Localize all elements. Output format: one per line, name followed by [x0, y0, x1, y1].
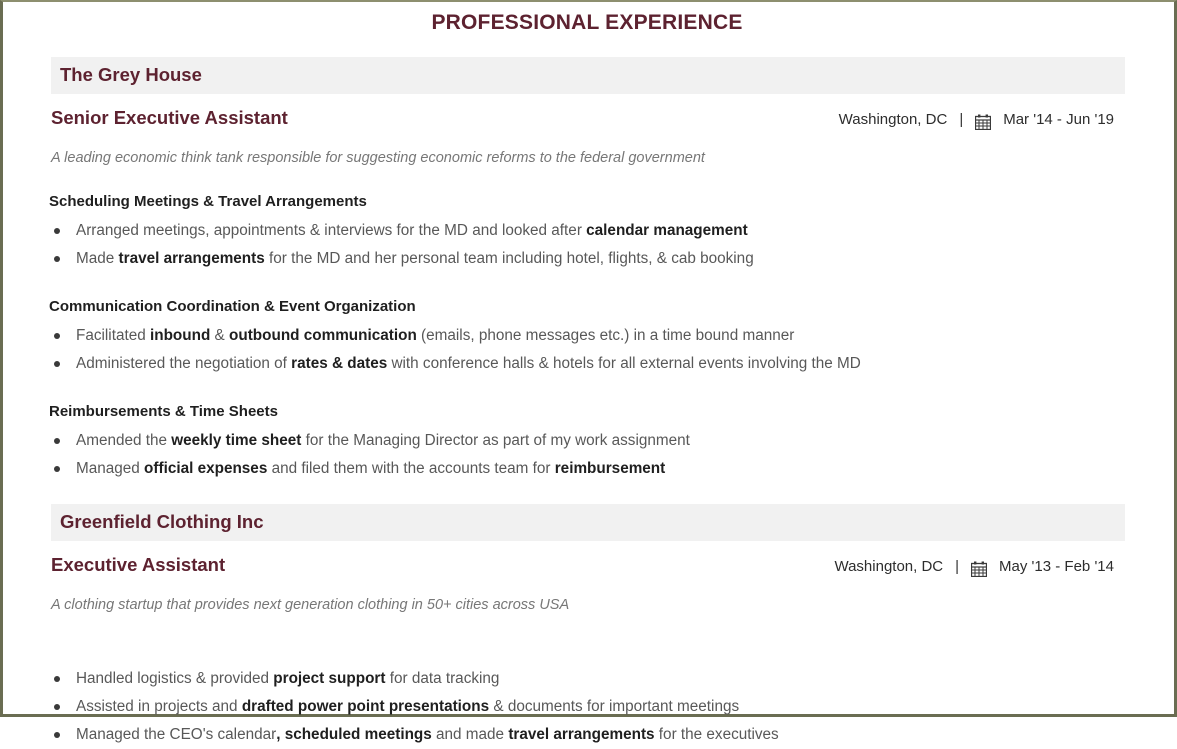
bullet-text: Assisted in projects and — [76, 698, 242, 715]
job-dates: May '13 - Feb '14 — [999, 558, 1114, 575]
job-title: Executive Assistant — [51, 554, 226, 575]
role-row: Executive Assistant Washington, DC | May '1… — [48, 554, 1126, 578]
responsibility-list: Facilitated inbound & outbound communica… — [48, 322, 1126, 378]
page-title: PROFESSIONAL EXPERIENCE — [431, 11, 743, 34]
bullet-emphasis: travel arrangements — [118, 250, 265, 267]
bullet-text: and made — [431, 726, 509, 743]
company-band: The Grey House — [51, 57, 1125, 94]
bullet-text: with conference halls & hotels for all e… — [387, 355, 861, 372]
bullet-text: Handled logistics & provided — [76, 670, 274, 687]
list-item: Managed official expenses and filed them… — [48, 455, 1126, 483]
responsibility-group-spacer — [48, 615, 1126, 659]
list-item: Made travel arrangements for the MD and … — [48, 245, 1126, 273]
company-band: Greenfield Clothing Inc — [51, 504, 1125, 541]
job-meta: Washington, DC | May '13 - Feb '14 — [834, 557, 1114, 578]
bullet-text: Facilitated — [76, 327, 150, 344]
calendar-icon — [975, 114, 992, 131]
bullet-emphasis: reimbursement — [554, 460, 666, 477]
bullet-text: and filed them with the accounts team fo… — [267, 460, 555, 477]
company-description: A leading economic think tank responsibl… — [51, 150, 705, 166]
bullet-text: & — [210, 327, 229, 344]
bullet-text: for the MD and her personal team includi… — [264, 250, 754, 267]
responsibility-group-heading: Reimbursements & Time Sheets — [49, 403, 278, 420]
list-item: Amended the weekly time sheet for the Ma… — [48, 427, 1126, 455]
bullet-emphasis: , scheduled meetings — [276, 726, 432, 743]
experience-list: The Grey House Senior Executive Assistant… — [48, 57, 1126, 749]
bullet-text: for the Managing Director as part of my … — [301, 432, 690, 449]
list-item: Administered the negotiation of rates & … — [48, 350, 1126, 378]
company-name: Greenfield Clothing Inc — [60, 511, 264, 532]
company-description: A clothing startup that provides next ge… — [51, 597, 570, 613]
bullet-text: Arranged meetings, appointments & interv… — [76, 222, 587, 239]
bullet-text: (emails, phone messages etc.) in a time … — [416, 327, 795, 344]
job-location: Washington, DC — [834, 558, 944, 575]
experience-entry: The Grey House Senior Executive Assistant… — [48, 57, 1126, 483]
list-item: Managed the CEO's calendar, scheduled me… — [48, 721, 1126, 749]
bullet-text: for data tracking — [385, 670, 500, 687]
job-location: Washington, DC — [838, 111, 948, 128]
bullet-text: for the executives — [654, 726, 779, 743]
bullet-emphasis: official expenses — [144, 460, 268, 477]
calendar-icon — [970, 561, 988, 578]
bullet-emphasis: project support — [273, 670, 386, 687]
company-name: The Grey House — [60, 64, 202, 85]
bullet-emphasis: weekly time sheet — [171, 432, 302, 449]
resume-page: PROFESSIONAL EXPERIENCE The Grey House Se… — [0, 0, 1177, 743]
bullet-emphasis: inbound — [149, 327, 211, 344]
bullet-emphasis: drafted power point presentations — [241, 698, 490, 715]
bullet-text: Managed the CEO's calendar — [76, 726, 277, 743]
responsibility-group-heading: Communication Coordination & Event Organ… — [49, 298, 416, 315]
bullet-emphasis: outbound communication — [229, 327, 417, 344]
list-item: Arranged meetings, appointments & interv… — [48, 217, 1126, 245]
bullet-text: Made — [76, 250, 119, 267]
bullet-text: & documents for important meetings — [489, 698, 740, 715]
responsibility-list: Handled logistics & provided project sup… — [48, 665, 1126, 749]
resume-content: PROFESSIONAL EXPERIENCE The Grey House Se… — [3, 10, 1174, 749]
job-dates: Mar '14 - Jun '19 — [1003, 111, 1114, 128]
bullet-emphasis: rates & dates — [291, 355, 388, 372]
meta-separator: | — [959, 111, 964, 128]
experience-entry: Greenfield Clothing Inc Executive Assista… — [48, 504, 1126, 749]
meta-separator: | — [955, 558, 960, 575]
bullet-text: Administered the negotiation of — [76, 355, 292, 372]
list-item: Handled logistics & provided project sup… — [48, 665, 1126, 693]
job-meta: Washington, DC | Mar '14 - Jun '19 — [838, 110, 1114, 131]
role-row: Senior Executive Assistant Washington, DC… — [48, 107, 1126, 131]
responsibility-list: Amended the weekly time sheet for the Ma… — [48, 427, 1126, 483]
responsibility-group-heading: Scheduling Meetings & Travel Arrangement… — [49, 193, 367, 210]
bullet-text: Amended the — [76, 432, 172, 449]
bullet-emphasis: travel arrangements — [508, 726, 655, 743]
bullet-text: Managed — [76, 460, 145, 477]
responsibility-list: Arranged meetings, appointments & interv… — [48, 217, 1126, 273]
list-item: Facilitated inbound & outbound communica… — [48, 322, 1126, 350]
job-title: Senior Executive Assistant — [51, 107, 288, 128]
bullet-emphasis: calendar management — [586, 222, 748, 239]
